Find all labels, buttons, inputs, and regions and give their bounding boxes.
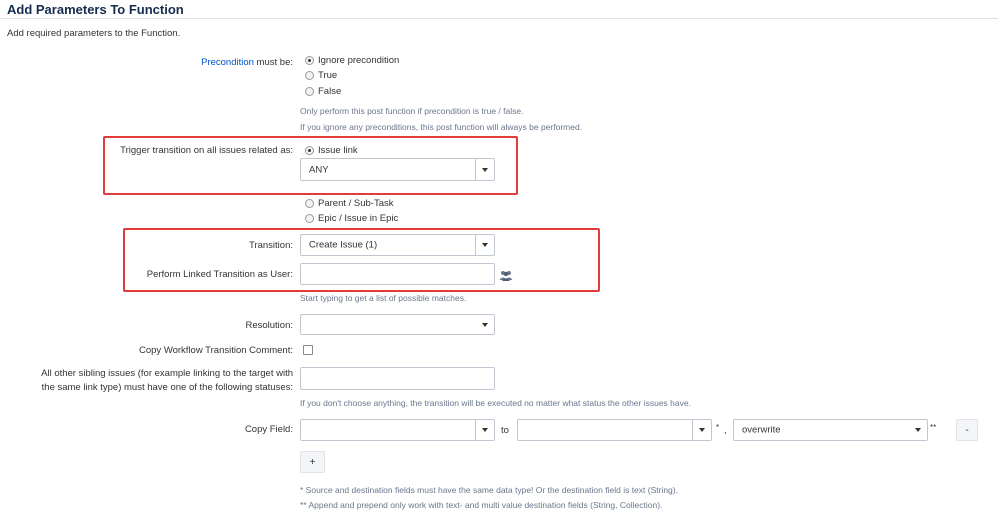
transition-select[interactable]: Create Issue (1) <box>300 234 495 256</box>
precondition-option-false[interactable]: False <box>305 86 341 97</box>
copy-field-note-2: ** Append and prepend only work with tex… <box>300 500 663 510</box>
chevron-down-icon[interactable] <box>475 159 494 180</box>
precondition-link[interactable]: Precondition <box>201 57 254 68</box>
radio-label: Epic / Issue in Epic <box>318 213 399 224</box>
resolution-label: Resolution: <box>245 320 293 331</box>
page-description: Add required parameters to the Function. <box>7 28 181 39</box>
chevron-down-icon[interactable] <box>909 420 927 440</box>
linked-user-help: Start typing to get a list of possible m… <box>300 293 467 303</box>
chevron-down-icon[interactable] <box>692 420 711 440</box>
copy-field-to-text: to <box>501 425 509 436</box>
precondition-option-ignore[interactable]: Ignore precondition <box>305 55 399 66</box>
trigger-option-parent-subtask[interactable]: Parent / Sub-Task <box>305 198 394 209</box>
page-title: Add Parameters To Function <box>7 2 184 17</box>
copy-field-source-select[interactable] <box>300 419 495 441</box>
add-field-button[interactable]: + <box>300 451 325 473</box>
radio-label: True <box>318 70 338 81</box>
copy-field-mode-value: overwrite <box>742 424 781 436</box>
radio-selected-icon[interactable] <box>305 56 314 65</box>
link-type-select[interactable]: ANY <box>300 158 495 181</box>
sibling-label-line1: All other sibling issues (for example li… <box>41 368 293 379</box>
copy-field-mode-select[interactable]: overwrite <box>733 419 928 441</box>
transition-value: Create Issue (1) <box>309 239 378 251</box>
precondition-help-1: Only perform this post function if preco… <box>300 106 524 116</box>
radio-icon[interactable] <box>305 87 314 96</box>
sibling-label-line2: the same link type) must have one of the… <box>41 382 293 393</box>
copy-field-target-select[interactable] <box>517 419 712 441</box>
chevron-down-icon[interactable] <box>475 235 494 255</box>
radio-selected-icon[interactable] <box>305 146 314 155</box>
precondition-label-text: must be: <box>253 57 293 68</box>
linked-user-label: Perform Linked Transition as User: <box>146 269 293 280</box>
radio-label: False <box>318 86 342 97</box>
link-type-value: ANY <box>309 164 329 175</box>
copy-comment-label: Copy Workflow Transition Comment: <box>139 345 293 356</box>
radio-icon[interactable] <box>305 214 314 223</box>
radio-icon[interactable] <box>305 71 314 80</box>
radio-icon[interactable] <box>305 199 314 208</box>
users-icon[interactable] <box>499 268 513 281</box>
trigger-option-issue-link[interactable]: Issue link <box>305 145 358 156</box>
sibling-status-input[interactable] <box>300 367 495 390</box>
required-star: * <box>716 423 720 432</box>
copy-field-comma: , <box>724 425 727 436</box>
radio-label: Parent / Sub-Task <box>318 198 394 209</box>
radio-label: Ignore precondition <box>318 55 400 66</box>
precondition-help-2: If you ignore any preconditions, this po… <box>300 122 583 132</box>
copy-field-label: Copy Field: <box>244 424 293 435</box>
chevron-down-icon[interactable] <box>476 315 494 334</box>
remove-field-button[interactable]: - <box>956 419 978 441</box>
trigger-label: Trigger transition on all issues related… <box>120 145 293 156</box>
linked-user-input[interactable] <box>300 263 495 285</box>
copy-comment-checkbox[interactable] <box>303 345 313 355</box>
transition-label: Transition: <box>249 240 293 251</box>
copy-field-note-1: * Source and destination fields must hav… <box>300 485 678 495</box>
double-star: ** <box>930 423 937 432</box>
title-divider <box>0 18 998 19</box>
radio-label: Issue link <box>318 145 358 156</box>
precondition-option-true[interactable]: True <box>305 70 337 81</box>
sibling-help: If you don't choose anything, the transi… <box>300 398 691 408</box>
precondition-label: Precondition must be: <box>201 57 293 68</box>
chevron-down-icon[interactable] <box>475 420 494 440</box>
resolution-select[interactable] <box>300 314 495 335</box>
trigger-option-epic[interactable]: Epic / Issue in Epic <box>305 213 398 224</box>
